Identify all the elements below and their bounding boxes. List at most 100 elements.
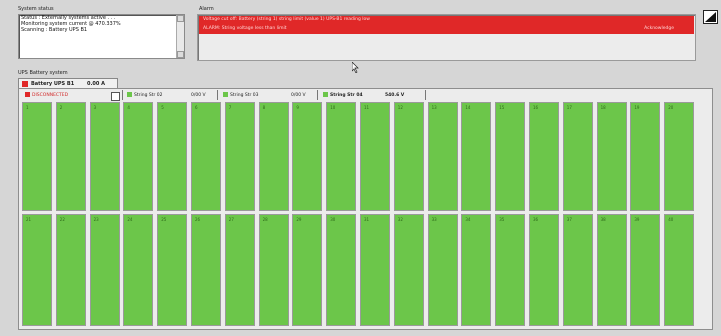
divider	[317, 90, 318, 100]
battery-cell[interactable]: 16	[529, 102, 559, 211]
disconnected-label: DISCONNECTED	[32, 93, 69, 98]
battery-cell[interactable]: 39	[630, 214, 661, 326]
battery-cell[interactable]: 29	[292, 214, 323, 326]
scroll-up-icon[interactable]	[177, 15, 184, 22]
battery-cell[interactable]: 9	[292, 102, 323, 211]
battery-cell-label: 3	[93, 105, 97, 110]
string-item[interactable]: String Str 04	[323, 91, 363, 100]
battery-cell-label: 10	[330, 105, 336, 110]
battery-cell[interactable]: 14	[461, 102, 492, 211]
battery-cell[interactable]: 24	[123, 214, 154, 326]
battery-cell-label: 14	[465, 105, 471, 110]
battery-cell[interactable]: 7	[224, 102, 255, 211]
tab-value: 0.00 A	[87, 81, 105, 87]
battery-cell-label: 2	[59, 105, 63, 110]
alarm-text: ALARM: String voltage less than limit	[203, 26, 287, 31]
battery-status-icon	[22, 81, 28, 87]
battery-cell-label: 25	[161, 217, 167, 222]
string-item[interactable]: String Str 02	[127, 91, 163, 100]
battery-cell-label: 33	[431, 217, 437, 222]
battery-cell[interactable]: 19	[630, 102, 661, 211]
battery-cell-label: 16	[533, 105, 539, 110]
battery-cell-label: 17	[566, 105, 572, 110]
cursor-icon	[351, 61, 360, 75]
battery-cell[interactable]: 15	[495, 102, 526, 211]
battery-cell[interactable]: 23	[89, 214, 120, 326]
battery-cell[interactable]: 13	[427, 102, 458, 211]
battery-cell[interactable]: 40	[664, 214, 695, 326]
alarm-list[interactable]: Voltage cut off: Battery (string 1) stri…	[197, 14, 696, 61]
string-label: String Str 04	[330, 93, 363, 98]
battery-cell-label: 19	[634, 105, 640, 110]
battery-cell[interactable]: 36	[529, 214, 559, 326]
acknowledge-link[interactable]: Acknowledge	[644, 26, 674, 32]
battery-cell-label: 21	[26, 217, 32, 222]
battery-cell[interactable]: 3	[89, 102, 120, 211]
battery-cell[interactable]: 35	[495, 214, 526, 326]
status-scrollbar[interactable]	[176, 15, 184, 58]
string-value: 0/00 V	[291, 93, 306, 98]
battery-cell-label: 32	[397, 217, 403, 222]
battery-cell[interactable]: 2	[55, 102, 86, 211]
string-value: 0/00 V	[191, 93, 206, 98]
scroll-down-icon[interactable]	[177, 51, 184, 58]
battery-group-label: UPS Battery system	[18, 70, 68, 76]
divider	[425, 90, 426, 100]
alarm-label: Alarm	[199, 6, 214, 12]
battery-cell[interactable]: 5	[157, 102, 188, 211]
battery-cell-label: 37	[566, 217, 572, 222]
battery-cell[interactable]: 34	[461, 214, 492, 326]
battery-cell-label: 7	[228, 105, 232, 110]
disconnected-icon	[25, 92, 30, 97]
alarm-row[interactable]: ALARM: String voltage less than limit Ac…	[199, 25, 694, 34]
battery-cell[interactable]: 31	[360, 214, 390, 326]
battery-cell[interactable]: 6	[191, 102, 221, 211]
battery-cell[interactable]: 26	[191, 214, 221, 326]
battery-cell-label: 40	[668, 217, 674, 222]
battery-cell[interactable]: 30	[326, 214, 357, 326]
battery-cell[interactable]: 20	[664, 102, 695, 211]
battery-cell[interactable]: 33	[427, 214, 458, 326]
battery-cell[interactable]: 27	[224, 214, 255, 326]
battery-cell[interactable]: 10	[326, 102, 357, 211]
alarm-text: Voltage cut off: Battery (string 1) stri…	[203, 17, 370, 22]
battery-cell[interactable]: 4	[123, 102, 154, 211]
battery-cell[interactable]: 22	[55, 214, 86, 326]
battery-cell[interactable]: 18	[596, 102, 627, 211]
string-status-icon	[323, 92, 328, 97]
battery-cell[interactable]: 11	[360, 102, 390, 211]
battery-cell-label: 13	[431, 105, 437, 110]
string-label: String Str 02	[134, 93, 163, 98]
resize-corner-icon[interactable]	[703, 10, 718, 24]
battery-cell-label: 29	[296, 217, 302, 222]
battery-cell[interactable]: 28	[258, 214, 289, 326]
battery-panel: DISCONNECTED String Str 02 0/00 V String…	[18, 88, 713, 330]
battery-cell-label: 26	[195, 217, 201, 222]
battery-cell-label: 22	[59, 217, 65, 222]
battery-cell[interactable]: 12	[393, 102, 424, 211]
battery-cell[interactable]: 37	[562, 214, 593, 326]
divider	[217, 90, 218, 100]
battery-cell[interactable]: 1	[22, 102, 52, 211]
battery-cell-label: 23	[93, 217, 99, 222]
battery-cell[interactable]: 17	[562, 102, 593, 211]
system-status-label: System status	[18, 6, 54, 12]
battery-cell[interactable]: 32	[393, 214, 424, 326]
battery-cell[interactable]: 38	[596, 214, 627, 326]
battery-cell-label: 39	[634, 217, 640, 222]
battery-cell-label: 30	[330, 217, 336, 222]
battery-cell-label: 36	[533, 217, 539, 222]
battery-cell-label: 1	[26, 105, 29, 110]
string-item[interactable]: String Str 03	[223, 91, 259, 100]
string-value: 540.6 V	[385, 93, 405, 98]
checkbox[interactable]	[111, 92, 120, 101]
battery-cell-label: 6	[195, 105, 198, 110]
battery-cell[interactable]: 25	[157, 214, 188, 326]
battery-cell-label: 12	[397, 105, 403, 110]
battery-cell[interactable]: 21	[22, 214, 52, 326]
battery-cell-label: 11	[364, 105, 370, 110]
battery-cell-label: 9	[296, 105, 299, 110]
battery-cell[interactable]: 8	[258, 102, 289, 211]
status-log[interactable]: Status : Externally systems active . . .…	[18, 14, 185, 59]
alarm-row[interactable]: Voltage cut off: Battery (string 1) stri…	[199, 16, 694, 25]
